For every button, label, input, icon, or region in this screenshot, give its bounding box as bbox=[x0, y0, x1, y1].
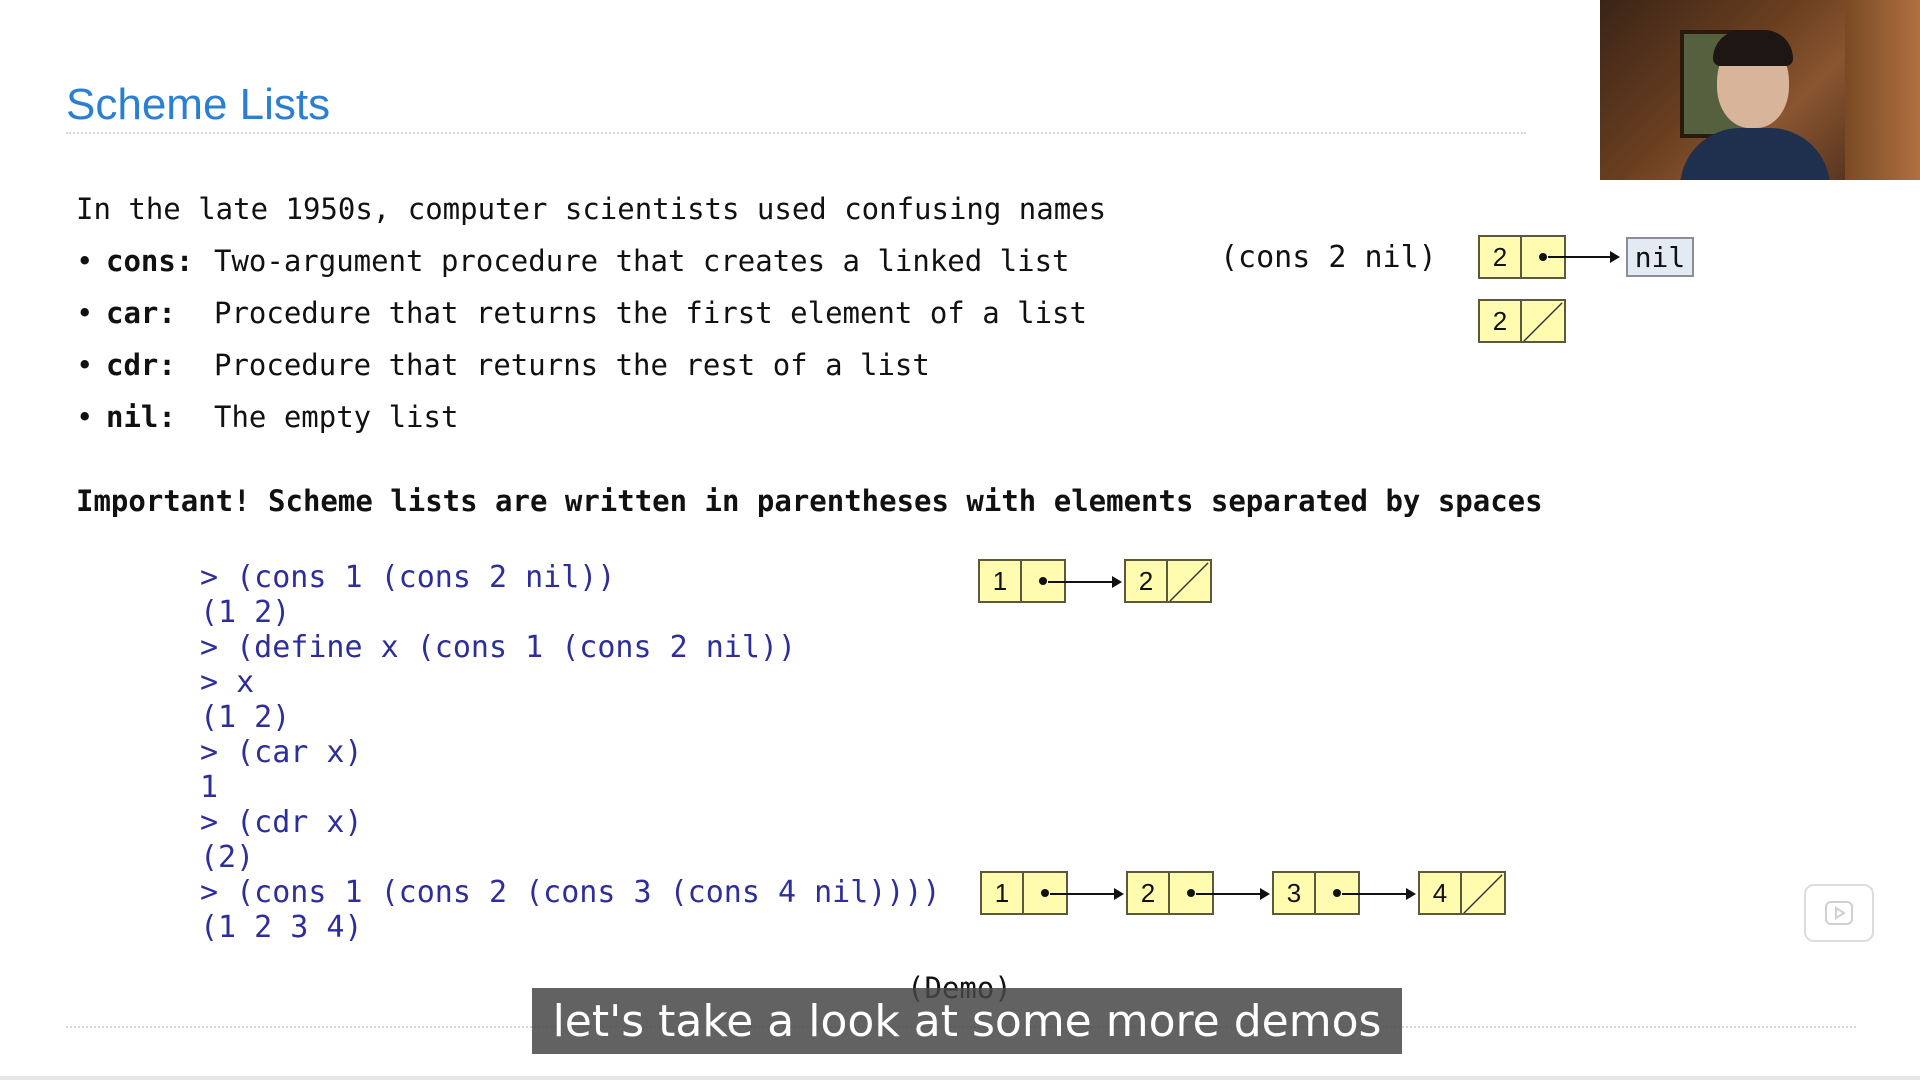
pair-car-cell: 2 bbox=[1126, 871, 1170, 915]
slide-title: Scheme Lists bbox=[66, 80, 331, 129]
definition-desc: The empty list bbox=[214, 400, 459, 434]
pointer-dot bbox=[1039, 577, 1047, 585]
pair-2-last: 2 bbox=[1124, 559, 1212, 603]
pair-car-cell: 1 bbox=[978, 559, 1022, 603]
repl-session: > (cons 1 (cons 2 nil)) (1 2) > (define … bbox=[200, 560, 941, 945]
title-divider bbox=[66, 132, 1526, 134]
pointer-dot bbox=[1333, 889, 1341, 897]
repl-line: (2) bbox=[200, 840, 255, 875]
empty-slash-icon bbox=[1463, 874, 1503, 914]
pointer-arrow bbox=[1048, 576, 1122, 588]
bullet-icon: • bbox=[76, 296, 94, 330]
video-subtitle: let's take a look at some more demos bbox=[532, 988, 1402, 1054]
repl-line: > (car x) bbox=[200, 735, 363, 770]
nil-box: nil bbox=[1626, 237, 1694, 277]
pointer-dot bbox=[1539, 253, 1547, 261]
definition-item-cdr: • cdr: Procedure that returns the rest of … bbox=[76, 348, 1087, 400]
repl-line: > (define x (cons 1 (cons 2 nil)) bbox=[200, 630, 797, 665]
cons-expression-label: (cons 2 nil) bbox=[1220, 240, 1437, 275]
definition-item-cons: • cons: Two-argument procedure that create… bbox=[76, 244, 1087, 296]
intro-text: In the late 1950s, computer scientists u… bbox=[76, 192, 1107, 226]
repl-line: > x bbox=[200, 665, 255, 700]
play-button[interactable] bbox=[1804, 884, 1874, 942]
repl-line: (1 2) bbox=[200, 595, 291, 630]
pair-car-cell: 2 bbox=[1124, 559, 1168, 603]
pair-car-cell: 3 bbox=[1272, 871, 1316, 915]
pair-car-cell: 1 bbox=[980, 871, 1024, 915]
pointer-arrow bbox=[1342, 888, 1416, 900]
important-note: Important! Scheme lists are written in p… bbox=[76, 484, 1543, 518]
definition-term: nil: bbox=[106, 400, 176, 434]
pair-cdr-cell-empty bbox=[1462, 871, 1506, 915]
pair-car-cell: 4 bbox=[1418, 871, 1462, 915]
repl-line: (1 2 3 4) bbox=[200, 910, 363, 945]
pair-cdr-cell-empty bbox=[1168, 559, 1212, 603]
frame-edge bbox=[0, 1076, 1920, 1080]
background-panel bbox=[1845, 0, 1920, 180]
empty-slash-icon bbox=[1169, 562, 1209, 602]
pair-2-empty: 2 bbox=[1478, 299, 1566, 343]
play-icon bbox=[1825, 901, 1853, 925]
bullet-icon: • bbox=[76, 400, 94, 434]
pointer-arrow bbox=[1548, 251, 1620, 263]
pair-4-last: 4 bbox=[1418, 871, 1506, 915]
webcam-video bbox=[1600, 0, 1920, 180]
bullet-icon: • bbox=[76, 244, 94, 278]
definition-item-nil: • nil: The empty list bbox=[76, 400, 1087, 452]
bullet-icon: • bbox=[76, 348, 94, 382]
pointer-arrow bbox=[1196, 888, 1270, 900]
definition-desc: Procedure that returns the rest of a lis… bbox=[214, 348, 930, 382]
repl-line: 1 bbox=[200, 770, 219, 805]
definition-list: • cons: Two-argument procedure that create… bbox=[76, 244, 1087, 452]
definition-term: cons: bbox=[106, 244, 194, 278]
pair-cdr-cell-empty bbox=[1522, 299, 1566, 343]
pair-car-cell: 2 bbox=[1478, 299, 1522, 343]
empty-slash-icon bbox=[1523, 302, 1563, 342]
definition-term: car: bbox=[106, 296, 176, 330]
definition-desc: Two-argument procedure that creates a li… bbox=[214, 244, 1070, 278]
pointer-dot bbox=[1041, 889, 1049, 897]
presenter-hair bbox=[1713, 30, 1793, 66]
definition-desc: Procedure that returns the first element… bbox=[214, 296, 1087, 330]
definition-item-car: • car: Procedure that returns the first el… bbox=[76, 296, 1087, 348]
pair-car-cell: 2 bbox=[1478, 235, 1522, 279]
definition-term: cdr: bbox=[106, 348, 176, 382]
repl-line: > (cons 1 (cons 2 nil)) bbox=[200, 560, 616, 595]
repl-line: > (cons 1 (cons 2 (cons 3 (cons 4 nil)))… bbox=[200, 875, 941, 910]
repl-line: > (cdr x) bbox=[200, 805, 363, 840]
repl-line: (1 2) bbox=[200, 700, 291, 735]
pointer-arrow bbox=[1050, 888, 1124, 900]
pointer-dot bbox=[1187, 889, 1195, 897]
